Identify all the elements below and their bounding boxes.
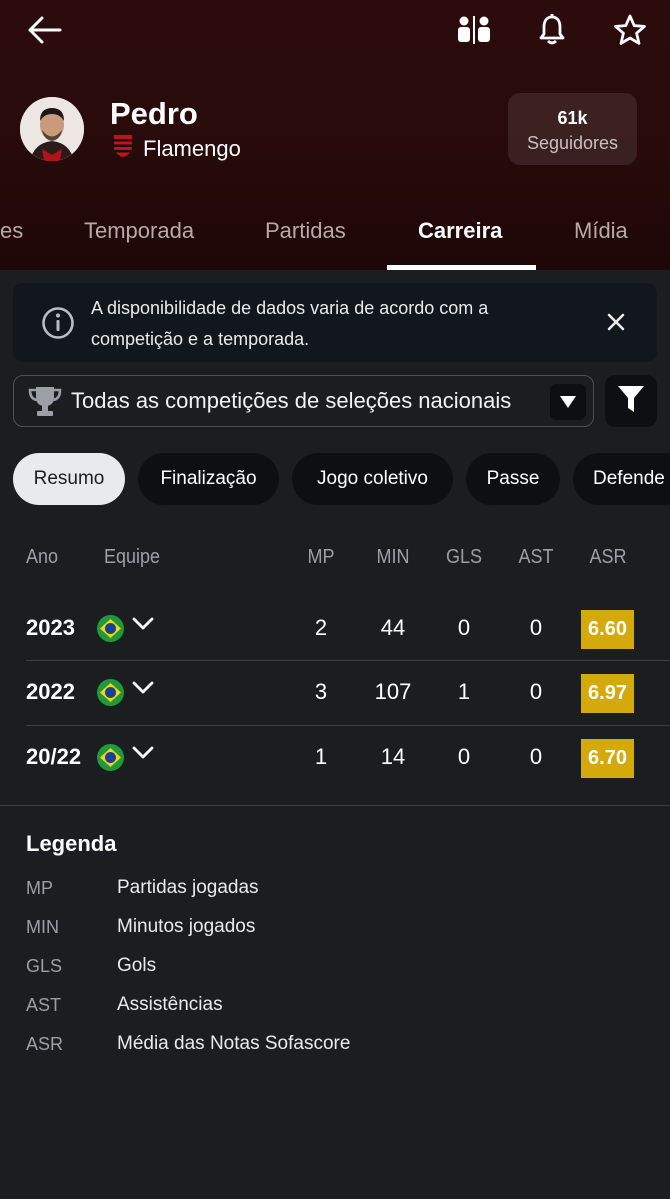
flamengo-crest-icon: [113, 134, 133, 164]
competition-select[interactable]: Todas as competições de seleções naciona…: [13, 375, 594, 427]
column-header-mp: MP: [307, 546, 335, 568]
row-mp: 1: [314, 744, 328, 769]
notice-text: A disponibilidade de dados varia de acor…: [91, 298, 489, 349]
chevron-down-icon[interactable]: [132, 681, 154, 700]
column-header-gls: GLS: [445, 546, 483, 568]
data-availability-notice: A disponibilidade de dados varia de acor…: [13, 283, 657, 362]
club-link[interactable]: Flamengo: [113, 134, 241, 164]
column-header-team: Equipe: [104, 546, 161, 568]
competition-select-value: Todas as competições de seleções naciona…: [71, 388, 512, 413]
table-row[interactable]: 20/22 1 14 0 0 6.70: [0, 726, 670, 790]
brazil-flag-icon: [97, 679, 124, 711]
chip-summary[interactable]: Resumo: [13, 453, 125, 505]
row-ast: 0: [529, 615, 543, 640]
player-header: Pedro Flamengo 61k Seguidores es Tempora…: [0, 0, 670, 270]
row-ast: 0: [529, 744, 543, 769]
tab-matches[interactable]: Partidas: [265, 218, 346, 244]
row-gls: 0: [457, 744, 471, 769]
row-gls: 1: [457, 679, 471, 704]
trophy-icon: [28, 384, 62, 423]
legend-abbr: GLS: [26, 956, 63, 976]
filter-icon: [617, 384, 645, 419]
rating-badge: 6.70: [581, 739, 634, 778]
legend-desc: Gols: [117, 955, 157, 976]
followers-count: 61k: [557, 108, 588, 128]
column-header-ast: AST: [518, 546, 554, 568]
tab-season[interactable]: Temporada: [84, 218, 194, 244]
player-name: Pedro: [110, 96, 198, 131]
rating-badge: 6.97: [581, 674, 634, 713]
chip-passing[interactable]: Passe: [466, 453, 560, 505]
legend-abbr: ASR: [26, 1034, 64, 1054]
info-icon: [41, 306, 75, 345]
chevron-down-icon[interactable]: [132, 746, 154, 765]
followers-label: Seguidores: [526, 133, 619, 153]
legend-abbr: MP: [26, 878, 53, 898]
player-avatar[interactable]: [20, 97, 84, 161]
brazil-flag-icon: [97, 744, 124, 776]
row-mp: 2: [314, 615, 328, 640]
table-row[interactable]: 2023 2 44 0 0 6.60: [0, 597, 670, 661]
row-year: 20/22: [26, 744, 82, 769]
row-min: 107: [374, 679, 412, 704]
filter-button[interactable]: [605, 375, 657, 427]
brazil-flag-icon: [97, 615, 124, 647]
section-divider: [0, 805, 670, 806]
tab-media[interactable]: Mídia: [574, 218, 628, 244]
chevron-down-icon[interactable]: [132, 617, 154, 636]
legend-desc: Minutos jogados: [117, 916, 256, 937]
compare-players-icon[interactable]: [452, 8, 496, 52]
rating-badge: 6.60: [581, 610, 634, 649]
column-header-min: MIN: [376, 546, 410, 568]
followers-badge[interactable]: 61k Seguidores: [508, 93, 637, 165]
active-tab-indicator: [387, 265, 536, 270]
close-icon[interactable]: [605, 311, 627, 338]
row-year: 2022: [26, 679, 75, 704]
chip-defending[interactable]: Defende: [573, 453, 670, 505]
row-year: 2023: [26, 615, 75, 640]
caret-down-icon[interactable]: [550, 384, 586, 420]
chip-team-play[interactable]: Jogo coletivo: [292, 453, 453, 505]
chip-shooting[interactable]: Finalização: [138, 453, 279, 505]
legend-desc: Assistências: [117, 994, 223, 1015]
tab-previous[interactable]: es: [0, 218, 23, 244]
tab-career[interactable]: Carreira: [418, 218, 502, 244]
row-min: 14: [380, 744, 406, 769]
row-ast: 0: [529, 679, 543, 704]
star-icon[interactable]: [608, 8, 652, 52]
row-gls: 0: [457, 615, 471, 640]
column-header-asr: ASR: [589, 546, 627, 568]
back-arrow-icon[interactable]: [22, 8, 66, 52]
legend-desc: Partidas jogadas: [117, 877, 259, 898]
row-mp: 3: [314, 679, 328, 704]
column-header-year: Ano: [26, 546, 59, 568]
row-min: 44: [380, 615, 406, 640]
club-name: Flamengo: [143, 136, 241, 161]
legend-title: Legenda: [26, 831, 117, 856]
table-row[interactable]: 2022 3 107 1 0 6.97: [0, 661, 670, 725]
legend-abbr: AST: [26, 995, 62, 1015]
legend-desc: Média das Notas Sofascore: [117, 1033, 351, 1054]
bell-icon[interactable]: [530, 8, 574, 52]
legend-abbr: MIN: [26, 917, 59, 937]
